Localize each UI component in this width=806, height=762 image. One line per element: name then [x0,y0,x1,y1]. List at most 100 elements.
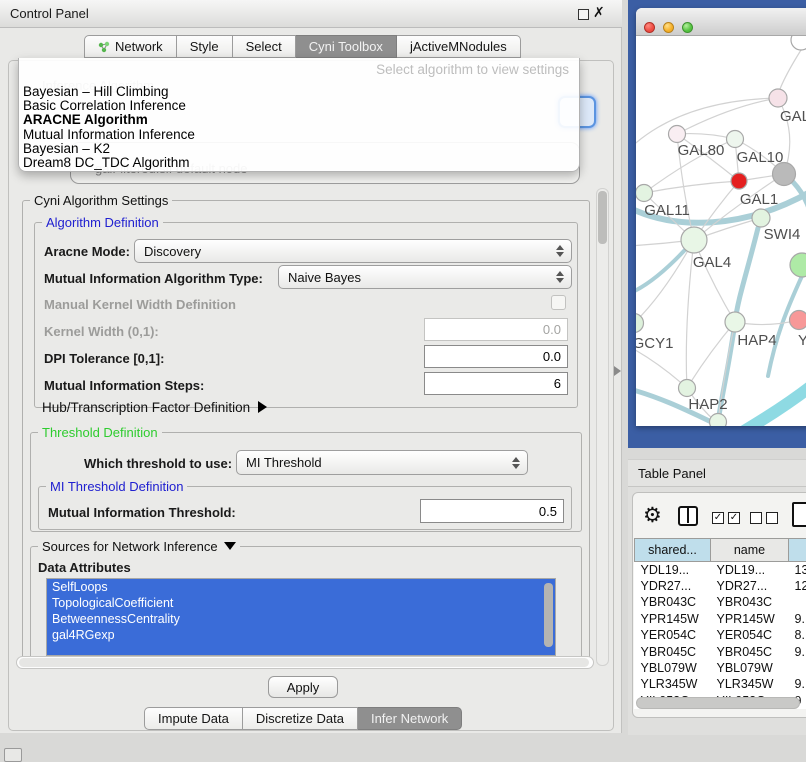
manual-kernel-label: Manual Kernel Width Definition [44,297,236,312]
hub-definition-label: Hub/Transcription Factor Definition [42,400,250,415]
attribute-item[interactable]: gal4RGexp [47,627,555,643]
table-row[interactable]: YBR045CYBR045C9. [635,643,806,659]
checked-checkbox-icon[interactable]: ✓ [712,512,724,524]
dpi-tolerance-input[interactable]: 0.0 [424,345,568,368]
list-scrollbar[interactable] [544,583,553,647]
tab-style[interactable]: Style [177,35,233,58]
table-cell: 9. [789,611,806,627]
column-header[interactable]: A [789,539,806,562]
attribute-item[interactable]: SelfLoops [47,579,555,595]
cyni-algorithm-settings-title: Cyni Algorithm Settings [30,193,172,208]
stepper-arrows-icon [556,271,564,283]
column-header[interactable]: name [711,539,789,562]
table-row[interactable]: YLR345WYLR345W9. [635,676,806,692]
table-row[interactable]: YDR27...YDR27...12 [635,578,806,594]
algorithm-option[interactable]: Mutual Information Inference [23,128,575,142]
tab-label: Select [246,36,282,58]
unchecked-checkbox-icon[interactable] [750,512,762,524]
network-node[interactable] [710,414,727,427]
table-header-row: shared...nameA [635,539,806,562]
network-node[interactable] [752,209,770,227]
sources-title[interactable]: Sources for Network Inference [38,539,240,554]
settings-vscrollbar-track[interactable] [596,188,609,666]
network-node[interactable] [727,131,744,148]
algorithm-option[interactable]: Bayesian – K2 [23,142,575,156]
mi-type-combo[interactable]: Naive Bayes [278,265,572,289]
document-icon[interactable] [792,502,806,527]
expand-right-icon [258,401,267,413]
kernel-width-input[interactable]: 0.0 [424,318,568,341]
network-node[interactable] [731,173,747,189]
tab-infer-network[interactable]: Infer Network [358,707,462,730]
kernel-width-label: Kernel Width (0,1): [44,324,159,339]
algorithm-option[interactable]: Dream8 DC_TDC Algorithm [23,156,575,170]
node-label: GAL [780,108,806,125]
network-node[interactable] [669,126,686,143]
tab-label: Network [115,36,163,58]
network-canvas[interactable]: GALGAL80GAL10GAL1GAL11SWI4GAL4GCY1HAP4YH… [636,36,806,426]
algorithm-option[interactable]: ARACNE Algorithm [23,113,575,127]
hub-definition-expander[interactable]: Hub/Transcription Factor Definition [42,400,267,415]
tab-impute-data[interactable]: Impute Data [144,707,243,730]
columns-icon[interactable] [678,506,698,526]
panel-collapse-arrow-icon[interactable] [614,366,621,376]
table-cell: YBR043C [711,594,789,610]
close-traffic-light-icon[interactable] [644,22,655,33]
network-node[interactable] [790,311,806,330]
network-node[interactable] [725,312,745,332]
tab-cyni-toolbox[interactable]: Cyni Toolbox [296,35,397,58]
tab-select[interactable]: Select [233,35,296,58]
tab-label: Discretize Data [256,708,344,730]
algorithm-option[interactable]: Basic Correlation Inference [23,99,575,113]
network-edge [677,98,778,134]
attribute-item[interactable]: TopologicalCoefficient [47,595,555,611]
column-header[interactable]: shared... [635,539,711,562]
checked-checkbox-icon[interactable]: ✓ [728,512,740,524]
table-hscrollbar[interactable] [636,697,800,709]
which-threshold-value: MI Threshold [246,455,322,470]
network-node[interactable] [769,89,787,107]
close-icon[interactable]: ✗ [593,4,605,21]
table-cell: YLR345W [711,676,789,692]
attribute-item[interactable]: BetweennessCentrality [47,611,555,627]
table-row[interactable]: YPR145WYPR145W9. [635,611,806,627]
table-cell: YBL079W [711,660,789,676]
table-cell: 9. [789,643,806,659]
minimize-traffic-light-icon[interactable] [663,22,674,33]
network-node[interactable] [791,36,806,50]
apply-button[interactable]: Apply [268,676,338,698]
table-cell: YDL19... [635,562,711,578]
tab-network[interactable]: Network [84,35,177,58]
algorithm-option[interactable]: Bayesian – Hill Climbing [23,85,575,99]
sources-title-text: Sources for Network Inference [42,539,218,554]
network-node[interactable] [681,227,707,253]
settings-vscrollbar-thumb[interactable] [598,191,607,244]
table-row[interactable]: YER054CYER054C8. [635,627,806,643]
table-row[interactable]: YBR043CYBR043C [635,594,806,610]
network-node[interactable] [636,314,644,333]
tab-discretize-data[interactable]: Discretize Data [243,707,358,730]
which-threshold-combo[interactable]: MI Threshold [236,450,528,475]
network-node[interactable] [636,185,653,202]
network-node[interactable] [790,253,806,277]
float-window-icon[interactable] [578,9,589,20]
mi-threshold-input[interactable]: 0.5 [420,499,564,523]
hscrollbar-thumb[interactable] [19,658,589,667]
settings-hscrollbar[interactable] [16,656,594,669]
table-row[interactable]: YBL079WYBL079W [635,660,806,676]
network-node[interactable] [679,380,696,397]
tab-jactivemnodules[interactable]: jActiveMNodules [397,35,521,58]
network-window-titlebar[interactable] [636,8,806,36]
data-attributes-label: Data Attributes [38,560,131,575]
attribute-item-partial[interactable] [47,643,555,655]
aracne-mode-combo[interactable]: Discovery [134,239,572,263]
manual-kernel-checkbox[interactable] [551,295,566,310]
node-label: SWI4 [764,226,801,243]
mi-steps-input[interactable]: 6 [424,372,568,395]
zoom-traffic-light-icon[interactable] [682,22,693,33]
table-row[interactable]: YDL19...YDL19...13 [635,562,806,578]
minimized-panel-icon[interactable] [4,748,22,762]
gear-icon[interactable]: ⚙ [643,503,662,528]
table-panel-header: Table Panel [628,459,806,487]
unchecked-checkbox-icon[interactable] [766,512,778,524]
